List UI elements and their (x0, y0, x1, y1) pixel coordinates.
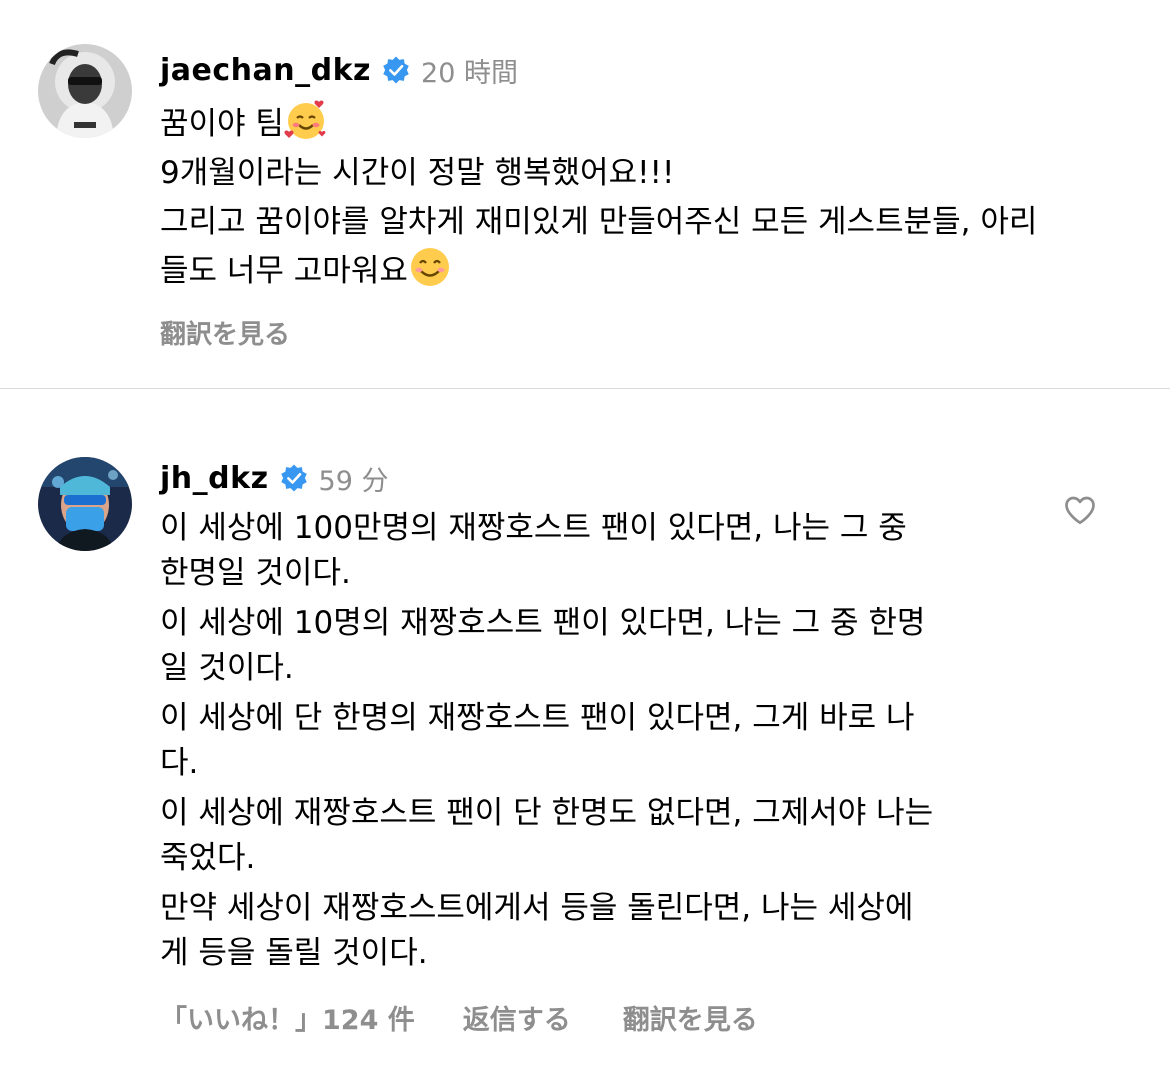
smiling-face-emoji (408, 245, 452, 289)
timestamp: 59 分 (318, 465, 389, 497)
comment-header: jaechan_dkz 20 時間 (160, 50, 1120, 90)
comment-paragraph: 이 세상에 100만명의 재짱호스트 팬이 있다면, 나는 그 중 한명일 것이… (160, 510, 907, 591)
comment-line: 9개월이라는 시간이 정말 행복했어요!!! (160, 155, 675, 191)
comment-line: 그리고 꿈이야를 알차게 재미있게 만들어주신 모든 게스트분들, 아리 (160, 204, 1038, 240)
comment-paragraph: 이 세상에 단 한명의 재짱호스트 팬이 있다면, 그게 바로 나 다. (160, 700, 915, 781)
see-translation-link[interactable]: 翻訳を見る (160, 320, 290, 350)
avatar-jaechan-image (38, 44, 132, 138)
avatar-jh-image (38, 457, 132, 551)
avatar-jaechan[interactable] (38, 44, 132, 138)
comment-paragraph: 이 세상에 재짱호스트 팬이 단 한명도 없다면, 그제서야 나는 죽었다. (160, 795, 934, 876)
comment-text: 이 세상에 100만명의 재짱호스트 팬이 있다면, 나는 그 중 한명일 것이… (160, 506, 1120, 976)
avatar-jh[interactable] (38, 457, 132, 551)
likes-count[interactable]: 「いいね！」124 件 (160, 998, 415, 1037)
timestamp: 20 時間 (421, 57, 518, 89)
reply-button[interactable]: 返信する (463, 998, 571, 1037)
comment-paragraph: 이 세상에 10명의 재짱호스트 팬이 있다면, 나는 그 중 한명 일 것이다… (160, 605, 926, 686)
heart-outline-icon[interactable] (1062, 492, 1098, 528)
comment-line: 들도 너무 고마워요 (160, 245, 1120, 294)
comment-actions: 「いいね！」124 件 返信する 翻訳を見る (160, 998, 758, 1037)
verified-badge-icon (279, 463, 309, 493)
smiling-face-with-hearts-emoji (284, 98, 328, 142)
verified-badge-icon (381, 55, 411, 85)
see-translation-link[interactable]: 翻訳を見る (623, 998, 758, 1037)
comment-paragraph: 만약 세상이 재짱호스트에게서 등을 돌린다면, 나는 세상에 게 등을 돌릴 … (160, 890, 914, 971)
comment-text: 꿈이야 팀 9개월이라는 시간이 정말 행복했어요!!! 그리고 꿈이야를 알차… (160, 98, 1120, 294)
username[interactable]: jaechan_dkz (160, 53, 371, 88)
username[interactable]: jh_dkz (160, 461, 269, 496)
comment-header: jh_dkz 59 分 (160, 458, 1120, 498)
comment-divider (0, 388, 1170, 389)
comment-line: 꿈이야 팀 (160, 98, 1120, 147)
